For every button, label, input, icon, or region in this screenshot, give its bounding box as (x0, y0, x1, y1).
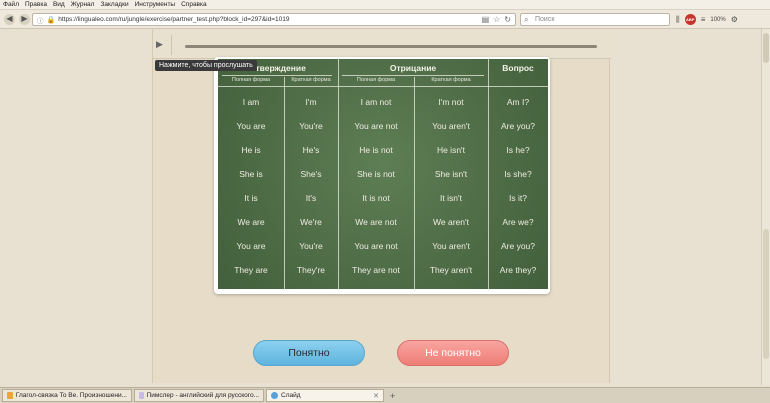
menu-file[interactable]: Файл (3, 1, 19, 8)
zoom-level[interactable]: 100% (710, 17, 725, 23)
table-cell: She isn't (434, 169, 468, 179)
player-divider (171, 35, 172, 55)
library-icon[interactable]: ⫼ (676, 15, 680, 25)
verb-to-be-table: Утверждение Отрицание Вопрос Полная форм… (218, 59, 548, 289)
site-favicon-icon (7, 392, 13, 399)
table-cell: You are not (354, 241, 398, 251)
table-cell: Are you? (500, 121, 536, 131)
column-divider (284, 77, 285, 289)
header-negative: Отрицание (389, 63, 437, 73)
understood-button[interactable]: Понятно (253, 340, 365, 366)
reload-icon[interactable]: ↻ (504, 15, 511, 24)
menu-bar: Файл Правка Вид Журнал Закладки Инструме… (0, 0, 770, 10)
lock-icon: 🔒 (46, 16, 56, 24)
table-cell: We are not (355, 217, 397, 227)
audio-player: ▶ (153, 29, 611, 59)
table-cell: Am I? (506, 97, 530, 107)
search-placeholder: Поиск (535, 16, 555, 23)
audio-progress-track[interactable] (185, 45, 597, 48)
subheader-full-form: Полная форма (231, 77, 271, 83)
search-input[interactable]: ⌕ Поиск (520, 13, 670, 26)
navigation-bar: ◀ ▶ ⓘ 🔒 https://lingualeo.com/ru/jungle/… (0, 10, 770, 29)
table-cell: I'm not (438, 97, 464, 107)
header-divider (218, 86, 548, 87)
close-tab-icon[interactable]: ✕ (373, 392, 379, 400)
tab-pimsleur[interactable]: Пимслер - английский для русского... (134, 389, 264, 402)
addons-icon[interactable]: ⚙ (731, 15, 738, 24)
tab-to-be[interactable]: Глагол-связка To Be. Произношени... (2, 389, 132, 402)
table-cell: Are we? (502, 217, 534, 227)
not-understood-button[interactable]: Не понятно (397, 340, 509, 366)
table-cell: He is not (359, 145, 393, 155)
url-text: https://lingualeo.com/ru/jungle/exercise… (58, 16, 290, 23)
table-cell: You aren't (432, 241, 470, 251)
tab-label: Глагол-связка To Be. Произношени... (15, 392, 127, 399)
table-cell: Is she? (504, 169, 532, 179)
address-bar[interactable]: ⓘ 🔒 https://lingualeo.com/ru/jungle/exer… (32, 13, 516, 26)
table-cell: She is not (357, 169, 395, 179)
back-icon[interactable]: ◀ (4, 13, 15, 25)
menu-tools[interactable]: Инструменты (135, 1, 176, 8)
table-cell: Are they? (499, 265, 537, 275)
menu-history[interactable]: Журнал (71, 1, 95, 8)
forward-icon[interactable]: ▶ (19, 13, 30, 25)
header-underline (222, 75, 332, 76)
header-underline (342, 75, 484, 76)
menu-icon[interactable]: ≡ (701, 15, 706, 24)
table-cell: Are you? (500, 241, 536, 251)
table-cell: They are not (352, 265, 400, 275)
tab-bar: Глагол-связка To Be. Произношени... Пимс… (0, 387, 770, 403)
tab-label: Пимслер - английский для русского... (146, 392, 259, 399)
header-question: Вопрос (502, 63, 534, 73)
menu-help[interactable]: Справка (181, 1, 207, 8)
column-divider (414, 77, 415, 289)
page-favicon-icon (139, 392, 144, 399)
table-cell: He isn't (436, 145, 466, 155)
table-cell: Is he? (506, 145, 530, 155)
table-cell: You aren't (432, 121, 470, 131)
table-cell: It is not (362, 193, 390, 203)
vertical-scrollbar[interactable] (761, 29, 770, 385)
subheader-full-form: Полная форма (356, 77, 396, 83)
search-icon: ⌕ (524, 15, 529, 24)
play-icon[interactable]: ▶ (156, 39, 170, 51)
scrollbar-thumb[interactable] (763, 33, 769, 63)
tab-slide[interactable]: Слайд ✕ (266, 389, 384, 402)
table-cell: You are not (354, 121, 398, 131)
table-cell: It isn't (440, 193, 462, 203)
new-tab-icon[interactable]: + (390, 391, 395, 401)
subheader-short-form: Краткая форма (291, 77, 331, 83)
table-cell: Is it? (509, 193, 527, 203)
table-cell: We aren't (433, 217, 469, 227)
table-cell: They aren't (429, 265, 473, 275)
menu-edit[interactable]: Правка (25, 1, 47, 8)
play-tooltip: Нажмите, чтобы прослушать (155, 60, 257, 71)
adblock-icon[interactable]: ABP (684, 14, 696, 25)
reader-icon[interactable]: ▤ (482, 15, 490, 24)
scrollbar-track-highlight (763, 229, 769, 359)
site-favicon-icon (271, 392, 278, 399)
table-cell: I am not (360, 97, 392, 107)
menu-bookmarks[interactable]: Закладки (100, 1, 128, 8)
bookmark-star-icon[interactable]: ☆ (493, 15, 500, 24)
subheader-short-form: Краткая форма (431, 77, 471, 83)
info-icon[interactable]: ⓘ (37, 15, 44, 25)
tab-label: Слайд (281, 392, 301, 399)
menu-view[interactable]: Вид (53, 1, 65, 8)
